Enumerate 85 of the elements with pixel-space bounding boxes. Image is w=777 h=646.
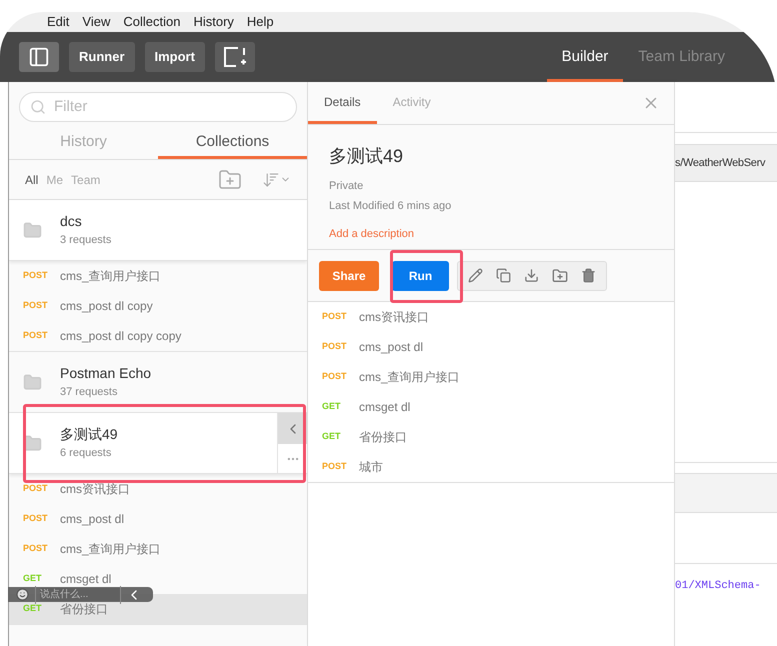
request-name: cms资讯接口 [359,309,429,326]
request-item[interactable]: POST cms_post dl copy copy [9,321,307,351]
method-label: POST [23,329,49,342]
code-text: 01/XMLSchema- [675,579,762,594]
request-name: 省份接口 [359,429,407,446]
menu-item[interactable]: Help [246,12,274,32]
edit-icon[interactable] [468,268,483,283]
run-button[interactable]: Run [392,260,449,290]
method-label: GET [23,602,43,616]
method-label: POST [322,310,348,324]
request-item[interactable]: POST cms资讯接口 [308,302,674,332]
request-item[interactable]: POST 城市 [308,452,674,482]
method-label: GET [322,400,342,414]
request-item[interactable]: POST cms_查询用户接口 [9,534,307,564]
request-name: cms_查询用户接口 [60,268,161,285]
request-name: 城市 [359,459,383,476]
method-label: POST [322,340,348,354]
new-window-button[interactable] [214,42,255,72]
request-item[interactable]: POST cms_post dl [308,332,674,362]
request-name: cms_查询用户接口 [359,369,460,386]
trash-icon[interactable] [581,268,596,283]
request-item[interactable]: POST cms_查询用户接口 [308,362,674,392]
method-label: GET [322,430,342,444]
folder-icon [23,220,42,240]
request-name: cms_post dl copy [60,298,153,315]
new-collection-icon[interactable] [218,168,242,192]
modified-label: Last Modified 6 mins ago [329,198,452,214]
collapse-button[interactable] [278,413,307,444]
request-count: 37 requests [60,384,118,400]
request-item[interactable]: POST cms_post dl [9,504,307,534]
filter-field[interactable]: Filter [19,92,297,122]
sort-icon[interactable] [262,170,291,188]
method-label: POST [322,370,348,384]
request-name: 省份接口 [60,601,108,618]
request-name: cms_post dl copy copy [60,328,182,345]
request-name: cms资讯接口 [60,481,130,498]
menu-item[interactable]: Edit [47,12,70,32]
share-button[interactable]: Share [319,260,379,290]
toolbar-button[interactable]: Import [144,42,205,72]
menu-item[interactable]: View [82,12,110,32]
comment-field[interactable]: 说点什么... [40,588,120,601]
toolbar-button[interactable]: Runner [69,42,134,72]
copy-icon[interactable] [496,268,511,283]
request-name: cmsget dl [60,571,112,588]
method-label: POST [23,482,49,496]
new-window-icon [224,47,246,67]
smile-icon[interactable] [16,588,29,601]
add-description-link[interactable]: Add a description [329,226,653,242]
collection-name: 多测试49 [60,424,118,443]
filter-input[interactable]: Filter [54,96,286,118]
request-item[interactable]: POST cms_post dl copy [9,291,307,321]
request-count: 6 requests [60,446,112,461]
method-label: GET [23,572,43,586]
request-count: 3 requests [60,232,112,248]
owner-filter[interactable]: All [25,170,38,188]
request-item[interactable]: GET cmsget dl [308,392,674,422]
request-name: cmsget dl [359,399,410,416]
collection-card[interactable]: 多测试49 6 requests [9,413,307,474]
request-name: cms_post dl [60,511,124,528]
collection-title: 多测试49 [329,145,404,168]
visibility-label: Private [329,179,364,194]
download-icon[interactable] [524,268,539,283]
sidebar-toggle-button[interactable] [19,42,59,72]
method-label: POST [23,542,49,556]
collection-name: Postman Echo [60,364,152,382]
sidebar-icon [28,46,50,68]
menu-item[interactable]: Collection [123,12,180,32]
method-label: POST [23,269,49,282]
url-text: s/WeatherWebServ [675,156,766,171]
add-folder-icon[interactable] [552,268,568,284]
method-label: POST [322,460,348,474]
search-icon [30,99,46,115]
request-item[interactable]: POST cms资讯接口 [9,474,307,504]
toolbar-tab[interactable]: Team Library [623,32,740,82]
collection-name: dcs [60,212,83,230]
request-item[interactable]: POST cms_查询用户接口 [9,261,307,291]
folder-icon [23,372,42,392]
method-label: POST [23,512,49,526]
details-tab[interactable]: Details [308,93,377,124]
request-name: cms_post dl [359,339,424,356]
request-item[interactable]: GET 省份接口 [308,422,674,452]
request-name: cms_查询用户接口 [60,541,161,558]
method-label: POST [23,299,49,312]
menu-item[interactable]: History [193,12,234,32]
collection-card[interactable]: dcs 3 requests [9,200,307,261]
